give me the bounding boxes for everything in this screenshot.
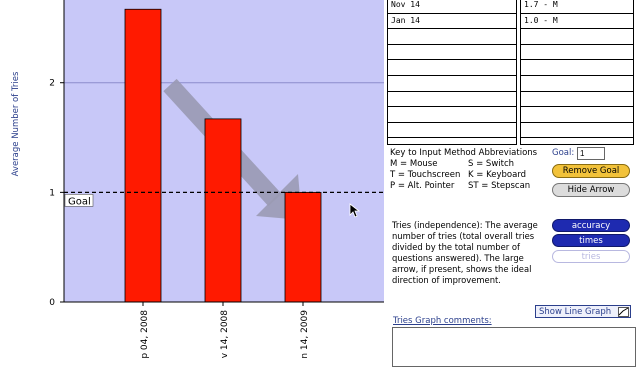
x-tick-label: v 14, 2008 [220, 310, 230, 359]
session-date-row [388, 60, 516, 76]
comments-textarea[interactable] [392, 327, 636, 367]
session-value-row [521, 123, 633, 139]
y-tick-label: 1 [49, 188, 55, 198]
session-date-row: Jan 14 [388, 14, 516, 30]
sessions-date-table: Nov 14 Jan 14 [387, 0, 517, 145]
session-date-row [388, 76, 516, 92]
session-date-row [388, 29, 516, 45]
key-item: S = Switch [468, 159, 515, 169]
session-date-row: Nov 14 [388, 0, 516, 14]
key-item: P = Alt. Pointer [390, 181, 455, 191]
accuracy-button[interactable]: accuracy [552, 219, 630, 232]
goal-line-label: Goal [68, 196, 91, 207]
key-item: ST = Stepscan [468, 181, 531, 191]
y-axis-label: Average Number of Tries [11, 71, 21, 176]
show-line-graph-label: Show Line Graph [539, 307, 612, 317]
mouse-cursor-icon [349, 203, 361, 218]
session-date-row [388, 107, 516, 123]
comments-label: Tries Graph comments: [393, 316, 492, 326]
x-tick-label: n 14, 2009 [300, 310, 310, 359]
session-value-row: 1.7 - M [521, 0, 633, 14]
session-value-row [521, 107, 633, 123]
times-button[interactable]: times [552, 234, 630, 247]
x-tick-label: p 04, 2008 [140, 310, 150, 359]
line-graph-icon [618, 307, 629, 317]
y-tick-label: 2 [49, 79, 55, 89]
session-value-row: 1.0 - M [521, 14, 633, 30]
sessions-value-table: 1.7 - M 1.0 - M [520, 0, 634, 145]
bar [124, 8, 162, 303]
show-line-graph-button[interactable]: Show Line Graph [535, 305, 631, 318]
tries-bar-chart: Goal 0 1 2 p 04, 2008 v 14, 2008 n 14, 2009 A… [11, 0, 384, 359]
hide-arrow-button[interactable]: Hide Arrow [552, 183, 630, 197]
bar [284, 191, 322, 303]
bar [204, 118, 242, 303]
tries-button[interactable]: tries [552, 250, 630, 263]
key-item: K = Keyboard [468, 170, 527, 180]
goal-input[interactable] [577, 147, 605, 160]
session-value-row [521, 45, 633, 61]
goal-label: Goal: [552, 148, 575, 158]
session-date-row [388, 45, 516, 61]
tries-description: Tries (independence): The average number… [392, 220, 538, 285]
key-item: M = Mouse [390, 159, 438, 169]
key-title: Key to Input Method Abbreviations [390, 148, 538, 158]
session-value-row [521, 29, 633, 45]
session-date-row [388, 123, 516, 139]
key-item: T = Touchscreen [390, 170, 461, 180]
input-method-key: Key to Input Method Abbreviations M = Mo… [390, 148, 550, 192]
remove-goal-button[interactable]: Remove Goal [552, 164, 630, 178]
y-tick-label: 0 [49, 298, 55, 308]
session-value-row [521, 92, 633, 108]
session-value-row [521, 76, 633, 92]
session-value-row [521, 60, 633, 76]
session-date-row [388, 92, 516, 108]
